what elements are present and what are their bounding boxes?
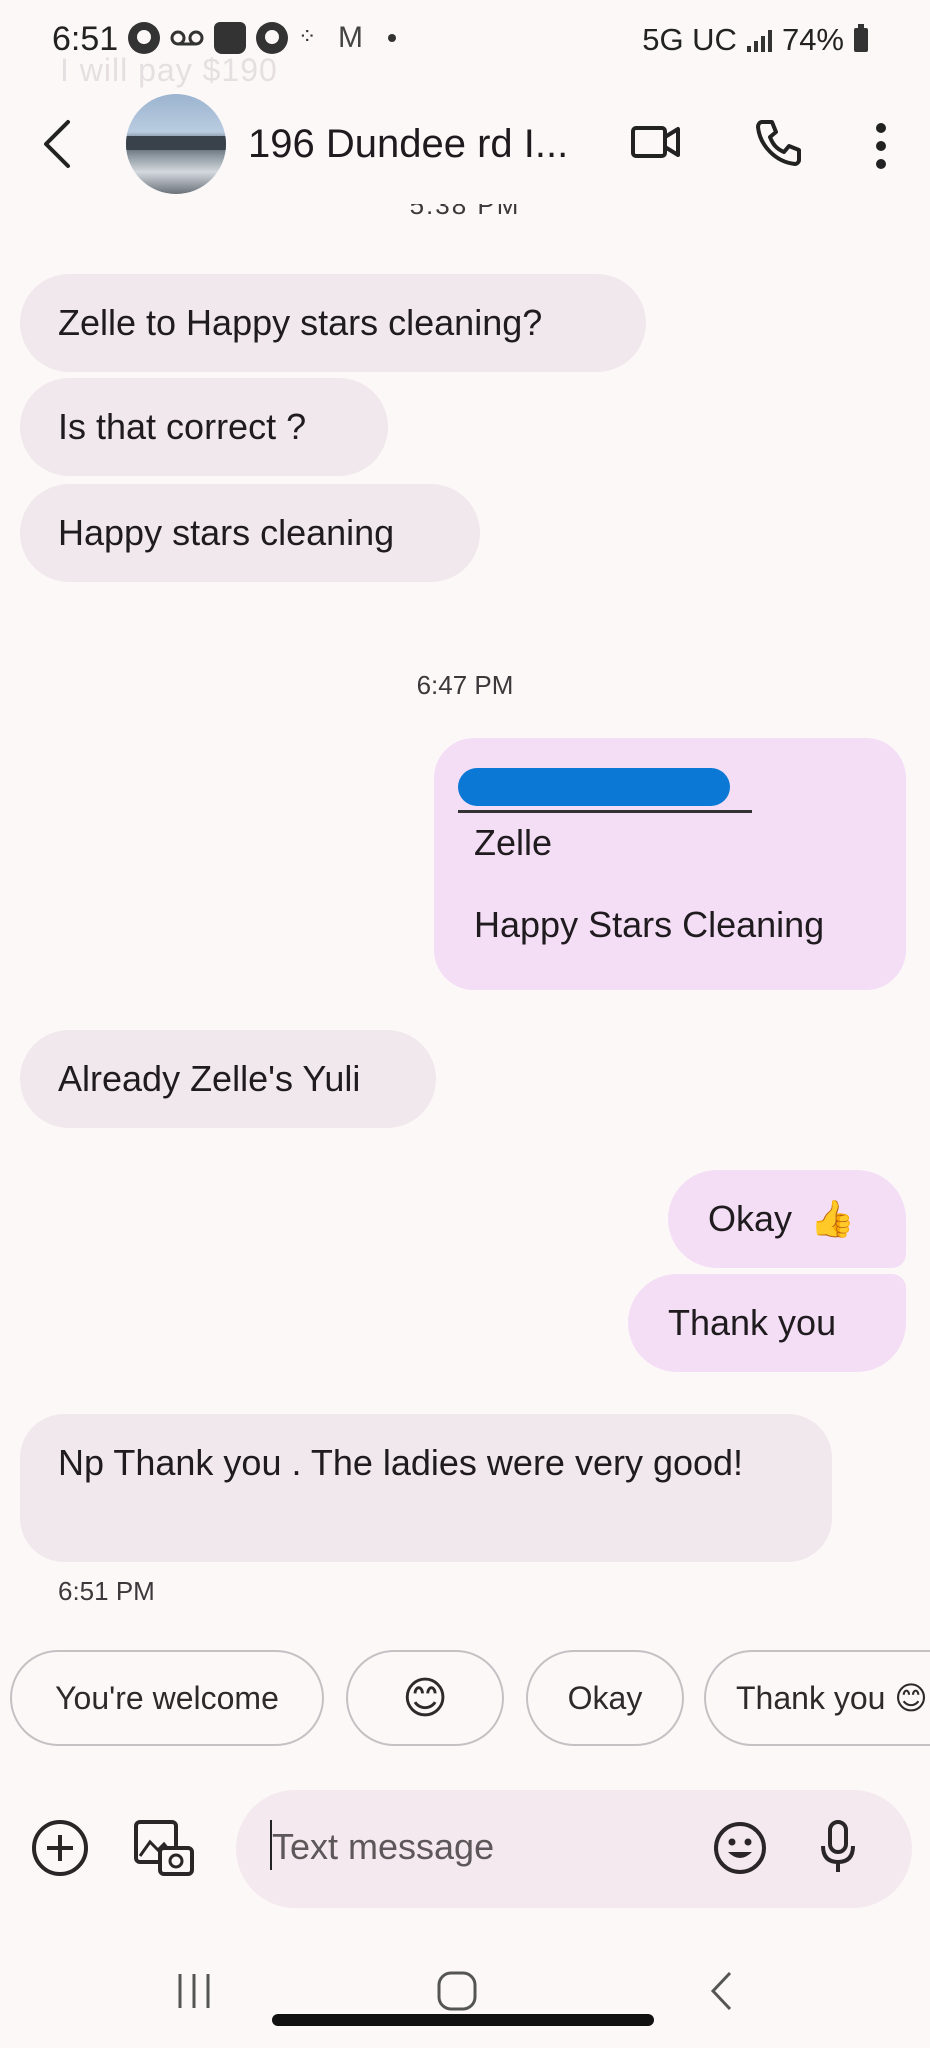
notification-icons: ⁘ M xyxy=(128,22,396,54)
redaction-bar xyxy=(458,768,730,806)
timestamp: 6:51 PM xyxy=(58,1576,155,1606)
message-text: Happy stars cleaning xyxy=(58,512,395,553)
chip-label: You're welcome xyxy=(55,1679,279,1716)
network-type: 5G UC xyxy=(642,22,737,57)
chip-label: 😊 xyxy=(402,1673,448,1723)
notification-bell-icon xyxy=(256,22,288,54)
contact-avatar[interactable] xyxy=(126,94,226,194)
outgoing-message[interactable]: Thank you xyxy=(628,1274,906,1372)
chip-label: Okay xyxy=(567,1679,643,1716)
message-compose-field[interactable]: Text message xyxy=(236,1790,912,1908)
message-text: Thank you xyxy=(668,1302,837,1343)
emoji-icon[interactable] xyxy=(712,1820,768,1881)
message-text: Okay xyxy=(708,1198,793,1239)
timestamp-truncated: 5:38 PM xyxy=(409,204,521,220)
signal-icon xyxy=(746,28,772,52)
message-text: Zelle to Happy stars cleaning? xyxy=(58,302,543,343)
add-attachment-icon[interactable] xyxy=(30,1818,90,1883)
outgoing-message[interactable]: Okay 👍 xyxy=(668,1170,906,1268)
redacted-underline xyxy=(458,810,752,813)
conversation-header: 196 Dundee rd I... xyxy=(0,84,930,204)
suggestion-chip[interactable]: Okay xyxy=(526,1650,684,1746)
chip-label: Thank you 😊 xyxy=(736,1680,928,1716)
app-dots-icon: ⁘ xyxy=(298,24,317,49)
thumbs-up-emoji: 👍 xyxy=(810,1198,855,1239)
outgoing-message[interactable]: Zelle Happy Stars Cleaning xyxy=(434,738,906,990)
compose-placeholder: Text message xyxy=(272,1826,495,1867)
incoming-message[interactable]: Happy stars cleaning xyxy=(20,484,480,582)
message-text-line2: Happy Stars Cleaning xyxy=(474,904,825,945)
phone-icon[interactable] xyxy=(752,116,804,173)
avatar-photo-detail xyxy=(126,136,226,150)
timestamp: 6:47 PM xyxy=(416,670,514,700)
system-indicators: 5G UC 74% xyxy=(642,22,868,58)
gesture-home-bar[interactable] xyxy=(272,2014,654,2026)
nav-back-icon[interactable] xyxy=(708,1970,736,2017)
microphone-icon[interactable] xyxy=(818,1818,858,1883)
contact-name[interactable]: 196 Dundee rd I... xyxy=(248,122,568,167)
voicemail-icon xyxy=(170,28,204,48)
incoming-message[interactable]: Already Zelle's Yuli xyxy=(20,1030,436,1128)
message-text-line1: Zelle xyxy=(474,822,553,863)
recent-apps-icon[interactable] xyxy=(174,1972,214,2015)
incoming-message[interactable]: Np Thank you . The ladies were very good… xyxy=(20,1414,832,1562)
battery-percent: 74% xyxy=(781,22,844,57)
shopping-bag-icon xyxy=(214,22,246,54)
suggestion-chip[interactable]: Thank you 😊 xyxy=(704,1650,930,1746)
gmail-icon: M xyxy=(338,21,363,54)
incoming-message[interactable]: Zelle to Happy stars cleaning? xyxy=(20,274,646,372)
more-notifications-dot xyxy=(388,34,396,42)
home-icon[interactable] xyxy=(436,1970,478,2017)
gallery-camera-icon[interactable] xyxy=(132,1818,196,1885)
more-vert-icon[interactable] xyxy=(872,122,890,175)
video-call-icon[interactable] xyxy=(630,116,684,173)
message-text: Np Thank you . The ladies were very good… xyxy=(58,1442,744,1483)
suggestion-chip-emoji[interactable]: 😊 xyxy=(346,1650,504,1746)
battery-icon xyxy=(854,24,868,52)
system-navigation-bar xyxy=(0,1940,930,2048)
suggestion-chip[interactable]: You're welcome xyxy=(10,1650,324,1746)
message-text: Is that correct ? xyxy=(58,406,307,447)
notification-bell-icon xyxy=(128,22,160,54)
message-text: Already Zelle's Yuli xyxy=(58,1058,361,1099)
back-arrow-icon[interactable] xyxy=(38,118,78,170)
incoming-message[interactable]: Is that correct ? xyxy=(20,378,388,476)
